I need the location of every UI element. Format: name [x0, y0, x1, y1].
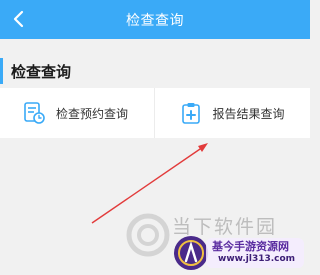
report-result-query-label: 报告结果查询 — [212, 106, 285, 121]
medical-report-icon — [179, 101, 203, 125]
report-result-query-button[interactable]: 报告结果查询 — [153, 88, 311, 138]
exam-appointment-query-button[interactable]: 检查预约查询 — [0, 88, 154, 138]
top-nav-bar: 检查查询 — [0, 0, 310, 39]
section-accent-bar — [0, 58, 3, 84]
site-watermark-url: www.jl313.com — [218, 254, 296, 264]
site-watermark-name: 基今手游资源网 — [212, 240, 289, 253]
section-title: 检查查询 — [11, 62, 72, 81]
section-header: 检查查询 — [0, 58, 310, 84]
page-title: 检查查询 — [126, 12, 184, 29]
back-button[interactable] — [4, 4, 34, 34]
exam-appointment-query-label: 检查预约查询 — [56, 106, 129, 121]
calendar-list-icon — [22, 101, 46, 125]
watermark-logo — [126, 213, 170, 257]
query-options: 检查预约查询 报告结果查询 — [0, 88, 310, 138]
chevron-left-icon — [13, 10, 24, 28]
